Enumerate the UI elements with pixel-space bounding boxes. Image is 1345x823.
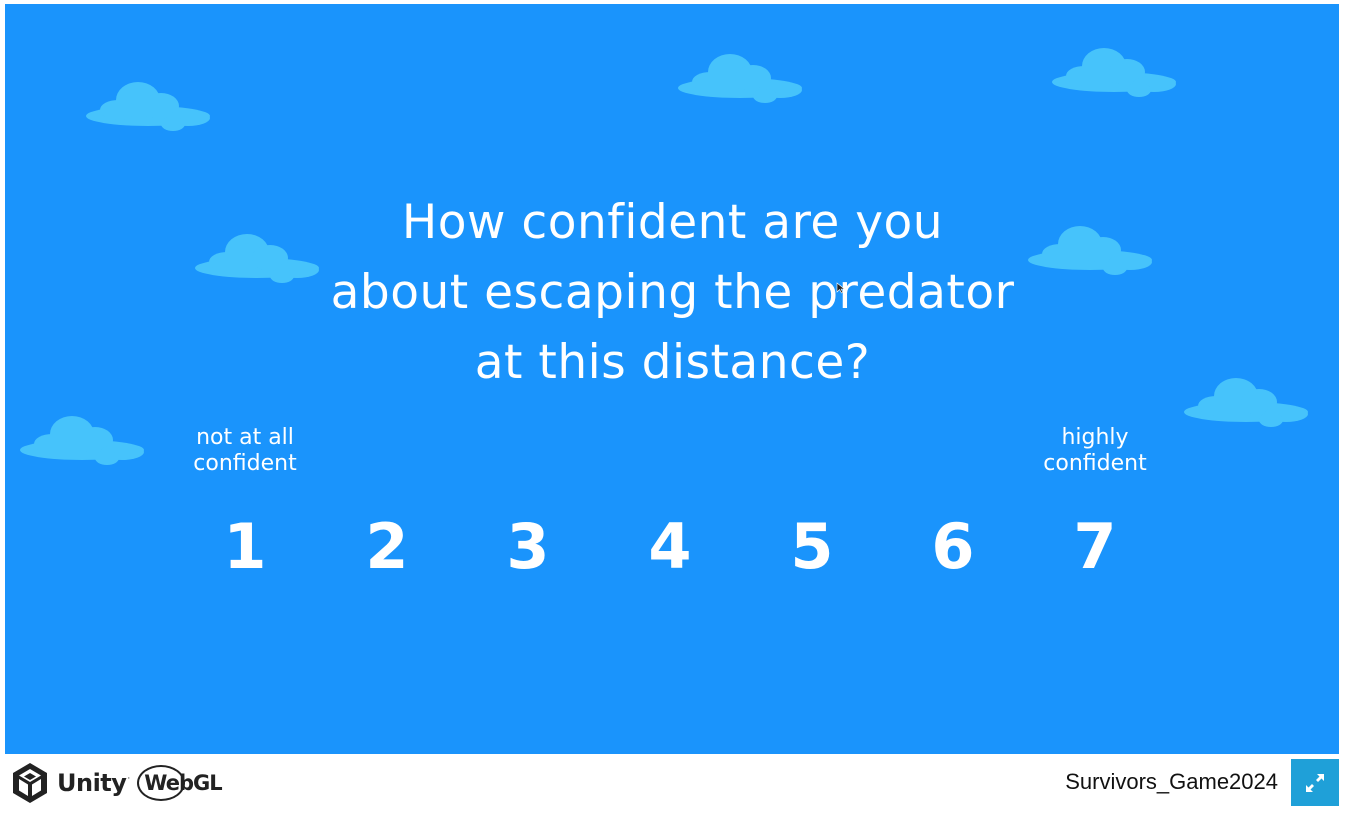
webgl-footer: Unity · WebGL Survivors_Game2024 — [0, 754, 1345, 823]
low-anchor-label: not at all confident — [145, 425, 345, 477]
webgl-ring-icon — [137, 765, 186, 801]
trademark-mark: · — [127, 774, 131, 784]
high-anchor-line: highly — [1061, 425, 1129, 450]
unity-webgl-logo: Unity · WebGL — [11, 762, 223, 804]
fullscreen-button[interactable] — [1291, 759, 1339, 806]
low-anchor-line: not at all — [196, 425, 294, 450]
cursor-icon — [836, 282, 846, 294]
question-line: How confident are you — [401, 195, 944, 250]
scale-option-3[interactable]: 3 — [483, 502, 573, 592]
fullscreen-icon — [1306, 773, 1324, 792]
cloud-icon — [86, 82, 210, 131]
high-anchor-line: confident — [1043, 451, 1147, 476]
unity-label: Unity — [57, 769, 127, 797]
high-anchor-label: highly confident — [995, 425, 1195, 477]
question-line: at this distance? — [474, 335, 871, 390]
build-title: Survivors_Game2024 — [1065, 769, 1278, 794]
question-line: about escaping the predator — [330, 265, 1015, 320]
cloud-icon — [678, 54, 802, 103]
question-text: How confident are you about escaping the… — [0, 188, 1345, 398]
cloud-icon — [1052, 48, 1176, 97]
scale-option-5[interactable]: 5 — [767, 502, 857, 592]
scale-option-7[interactable]: 7 — [1050, 502, 1140, 592]
webgl-label: WebGL — [137, 765, 223, 801]
scale-option-4[interactable]: 4 — [625, 502, 715, 592]
scale-option-2[interactable]: 2 — [342, 502, 432, 592]
unity-cube-icon — [13, 763, 47, 803]
cloud-icon — [20, 416, 144, 465]
low-anchor-line: confident — [193, 451, 297, 476]
scale-option-1[interactable]: 1 — [200, 502, 290, 592]
scale-option-6[interactable]: 6 — [908, 502, 998, 592]
